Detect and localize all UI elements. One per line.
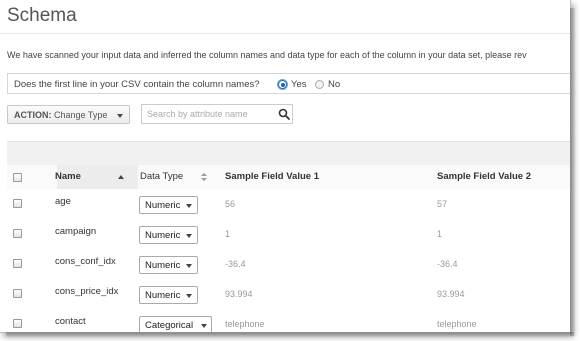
chevron-down-icon — [117, 114, 123, 118]
action-dropdown-button[interactable]: ACTION: Change Type — [7, 105, 130, 124]
data-type-value: Numeric — [145, 290, 181, 301]
radio-no-label[interactable]: No — [328, 79, 340, 90]
sample-value-1: 56 — [225, 199, 236, 209]
data-type-select[interactable]: Numeric — [139, 196, 198, 214]
sample-value-2: 1 — [437, 229, 443, 239]
column-header-sample-1[interactable]: Sample Field Value 1 — [225, 171, 319, 182]
sample-value-1: -36.4 — [225, 259, 246, 269]
table-header-row: Name Data Type Sample Field Value 1 Samp… — [7, 165, 570, 190]
title-divider — [0, 33, 570, 34]
radio-no[interactable] — [315, 80, 324, 89]
column-header-sample-2[interactable]: Sample Field Value 2 — [437, 171, 531, 182]
chevron-down-icon — [186, 294, 192, 298]
window-shadow-right — [570, 8, 576, 336]
sample-value-1: 93.994 — [225, 289, 253, 299]
header-question-bar: Does the first line in your CSV contain … — [7, 73, 570, 94]
schema-panel: Schema We have scanned your input data a… — [0, 0, 571, 333]
table-row: cons_price_idx Numeric 93.994 93.994 — [7, 279, 570, 310]
attribute-name: cons_price_idx — [55, 286, 119, 297]
data-type-select[interactable]: Numeric — [139, 226, 198, 244]
select-all-checkbox[interactable] — [13, 173, 22, 182]
data-type-value: Categorical — [145, 320, 194, 331]
header-question-text: Does the first line in your CSV contain … — [14, 79, 260, 90]
row-checkbox[interactable] — [13, 259, 22, 268]
attribute-name: campaign — [55, 226, 97, 237]
sample-value-1: 1 — [225, 229, 231, 239]
column-header-name[interactable]: Name — [55, 171, 81, 182]
sample-value-2: telephone — [437, 319, 477, 329]
sample-value-2: -36.4 — [437, 259, 458, 269]
data-type-value: Numeric — [145, 230, 181, 241]
column-header-data-type[interactable]: Data Type — [140, 171, 183, 182]
search-icon[interactable] — [278, 108, 290, 120]
table-row: contact Categorical telephone telephone — [7, 309, 570, 332]
table-row: cons_conf_idx Numeric -36.4 -36.4 — [7, 249, 570, 280]
sort-up-icon[interactable] — [118, 175, 124, 179]
attribute-name: age — [55, 196, 71, 207]
data-type-value: Numeric — [145, 260, 181, 271]
chevron-down-icon — [186, 204, 192, 208]
attribute-name: cons_conf_idx — [55, 256, 116, 267]
sample-value-2: 93.994 — [437, 289, 465, 299]
data-type-value: Numeric — [145, 200, 181, 211]
sample-value-2: 57 — [437, 199, 448, 209]
action-label: ACTION: — [14, 110, 52, 120]
table-toolbar-band — [7, 141, 570, 166]
schema-description: We have scanned your input data and infe… — [7, 50, 527, 60]
row-checkbox[interactable] — [13, 319, 22, 328]
attribute-name: contact — [55, 316, 86, 327]
radio-yes[interactable] — [278, 80, 287, 89]
data-type-select[interactable]: Numeric — [139, 286, 198, 304]
action-value: Change Type — [54, 110, 108, 120]
data-type-select[interactable]: Categorical — [139, 316, 212, 332]
sort-icon[interactable] — [201, 173, 207, 182]
window-shadow-bottom — [6, 332, 574, 338]
chevron-down-icon — [186, 264, 192, 268]
row-checkbox[interactable] — [13, 229, 22, 238]
chevron-down-icon — [186, 234, 192, 238]
row-checkbox[interactable] — [13, 199, 22, 208]
row-checkbox[interactable] — [13, 289, 22, 298]
data-type-select[interactable]: Numeric — [139, 256, 198, 274]
sample-value-1: telephone — [225, 319, 265, 329]
search-input[interactable] — [141, 104, 293, 124]
radio-yes-label[interactable]: Yes — [291, 79, 307, 90]
chevron-down-icon — [201, 324, 207, 328]
table-row: age Numeric 56 57 — [7, 189, 570, 220]
table-row: campaign Numeric 1 1 — [7, 219, 570, 250]
page-title: Schema — [7, 5, 77, 26]
